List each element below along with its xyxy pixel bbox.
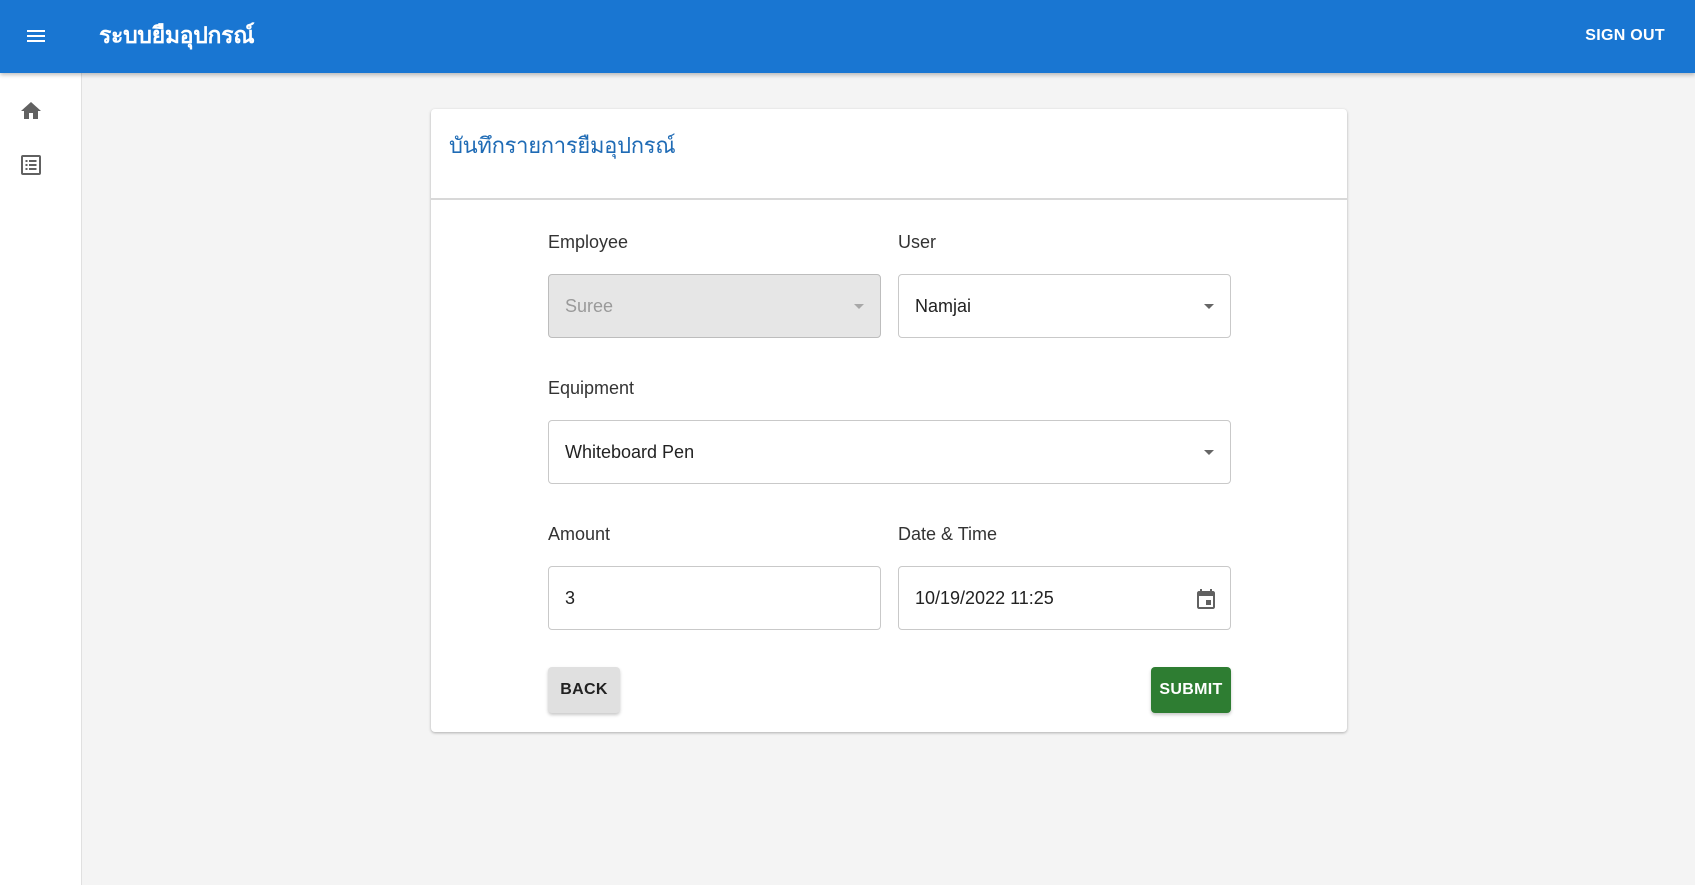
employee-label: Employee	[548, 232, 629, 252]
equipment-label: Equipment	[548, 378, 635, 398]
datetime-value: 10/19/2022 11:25	[915, 587, 1054, 608]
calendar-icon[interactable]	[1194, 587, 1218, 611]
back-button[interactable]: BACK	[548, 667, 620, 713]
card-header: บันทึกรายการยืมอุปกรณ์	[431, 109, 1347, 200]
user-label: User	[898, 232, 937, 252]
home-icon	[21, 102, 41, 119]
employee-select: Suree	[548, 274, 881, 338]
menu-button[interactable]	[16, 16, 56, 56]
sidebar-item-list[interactable]	[13, 147, 49, 183]
app-bar: ระบบยืมอุปกรณ์ SIGN OUT	[0, 0, 1695, 73]
sign-out-button[interactable]: SIGN OUT	[1579, 20, 1671, 52]
equipment-value: Whiteboard Pen	[565, 441, 695, 462]
sidebar-item-home[interactable]	[13, 93, 49, 129]
borrow-form-card: บันทึกรายการยืมอุปกรณ์ Employee Suree Us…	[431, 109, 1347, 732]
amount-input[interactable]: 3	[548, 566, 881, 630]
user-select[interactable]: Namjai	[898, 274, 1231, 338]
chevron-down-icon	[854, 304, 864, 309]
employee-value: Suree	[565, 295, 614, 316]
chevron-down-icon	[1204, 450, 1214, 455]
chevron-down-icon	[1204, 304, 1214, 309]
list-icon	[21, 155, 41, 175]
app-title: ระบบยืมอุปกรณ์	[99, 23, 255, 49]
datetime-input[interactable]: 10/19/2022 11:25	[898, 566, 1231, 630]
sidebar	[0, 73, 82, 885]
amount-label: Amount	[548, 524, 611, 544]
datetime-label: Date & Time	[898, 524, 998, 544]
submit-button[interactable]: SUBMIT	[1151, 667, 1231, 713]
equipment-select[interactable]: Whiteboard Pen	[548, 420, 1231, 484]
amount-value: 3	[565, 587, 576, 608]
user-value: Namjai	[915, 295, 972, 316]
form-title: บันทึกรายการยืมอุปกรณ์	[449, 134, 676, 159]
menu-icon	[27, 30, 45, 42]
